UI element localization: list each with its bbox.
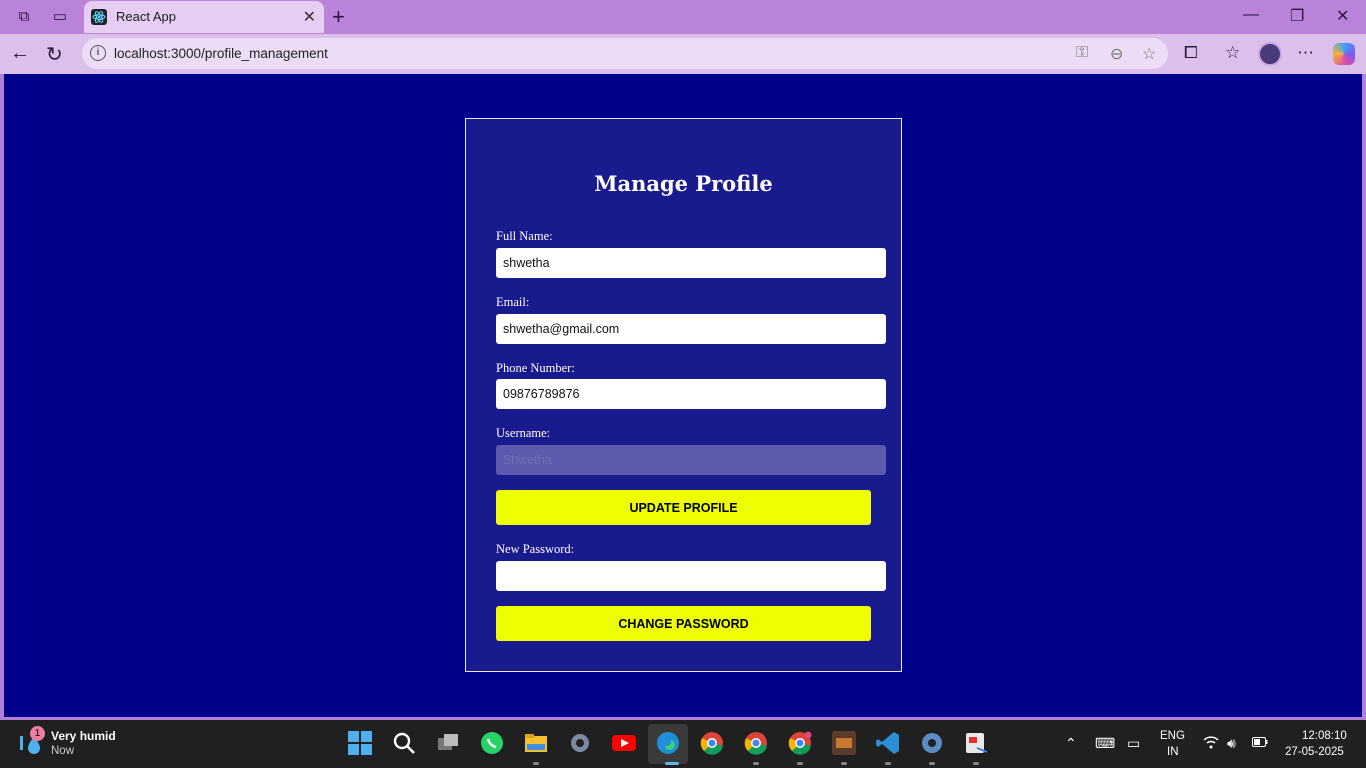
close-tab-icon[interactable]: ✕ [303, 7, 316, 27]
site-info-icon[interactable]: i [90, 45, 106, 61]
running-indicator [753, 762, 759, 765]
copilot-icon[interactable] [1333, 43, 1355, 65]
edge-browser-icon[interactable] [655, 730, 681, 756]
profile-avatar[interactable] [1258, 42, 1282, 66]
browser-toolbar: ← ↻ i localhost:3000/profile_management … [0, 34, 1366, 74]
extensions-icon[interactable]: ⧠ [1184, 43, 1198, 63]
tab-react-app[interactable]: React App ✕ [84, 1, 324, 33]
chrome-profile-icon[interactable] [743, 730, 769, 756]
running-indicator [929, 762, 935, 765]
weather-notification-badge: 1 [30, 726, 45, 741]
refresh-icon[interactable]: ↻ [46, 42, 63, 67]
username-input [496, 445, 886, 475]
close-window-icon[interactable]: ✕ [1336, 6, 1349, 26]
react-icon [91, 9, 107, 25]
new-tab-icon[interactable]: + [332, 4, 345, 30]
weather-title[interactable]: Very humid [51, 729, 116, 743]
running-indicator [973, 762, 979, 765]
windows-taskbar: 1 Very humid Now ⌃ ⌨ ▭ ENG IN 🔊︎ 12:08:1… [0, 720, 1366, 768]
display-icon[interactable]: ▭ [1127, 735, 1140, 752]
update-profile-button[interactable]: UPDATE PROFILE [496, 490, 871, 525]
email-label: Email: [496, 295, 530, 309]
zoom-icon[interactable]: ⊖ [1110, 44, 1123, 64]
more-menu-icon[interactable]: ⋯ [1297, 43, 1314, 63]
file-explorer-icon[interactable] [523, 730, 549, 756]
full-name-label: Full Name: [496, 229, 553, 243]
keyboard-icon[interactable]: ⌨ [1095, 735, 1115, 752]
clock-time[interactable]: 12:08:10 [1302, 730, 1347, 742]
browser-title-bar: ⧉ ▭ React App ✕ + — ❐ ✕ [0, 0, 1366, 34]
address-bar[interactable]: i localhost:3000/profile_management ⚿ ⊖ … [82, 38, 1168, 69]
volume-icon[interactable]: 🔊︎ [1227, 735, 1236, 752]
workspaces-icon[interactable]: ⧉ [14, 7, 34, 27]
email-input[interactable] [496, 314, 886, 344]
full-name-input[interactable] [496, 248, 886, 278]
language-region[interactable]: IN [1167, 746, 1179, 758]
task-view-icon[interactable] [435, 730, 461, 756]
tab-title: React App [116, 9, 176, 24]
wifi-icon[interactable] [1203, 735, 1219, 752]
favorite-star-icon[interactable]: ☆ [1142, 44, 1156, 64]
new-password-label: New Password: [496, 542, 575, 556]
weather-subtitle: Now [51, 745, 75, 757]
username-label: Username: [496, 426, 551, 440]
page-title: Manage Profile [594, 171, 773, 196]
windows-start-icon[interactable] [347, 730, 373, 756]
new-password-input[interactable] [496, 561, 886, 591]
page-viewport: Manage Profile Full Name: Email: Phone N… [4, 74, 1362, 717]
key-icon[interactable]: ⚿ [1076, 44, 1088, 62]
search-icon[interactable] [391, 730, 417, 756]
language-code[interactable]: ENG [1160, 730, 1185, 742]
settings-gear-icon[interactable] [567, 730, 593, 756]
whatsapp-icon[interactable] [479, 730, 505, 756]
running-indicator [841, 762, 847, 765]
snipping-tool-icon[interactable] [963, 730, 989, 756]
chevron-up-icon[interactable]: ⌃ [1065, 735, 1077, 752]
profile-card: Manage Profile Full Name: Email: Phone N… [465, 118, 902, 672]
phone-input[interactable] [496, 379, 886, 409]
vscode-icon[interactable] [875, 730, 901, 756]
tab-actions-icon[interactable]: ▭ [50, 7, 70, 27]
clock-date[interactable]: 27-05-2025 [1285, 746, 1344, 758]
battery-icon[interactable] [1252, 735, 1268, 751]
system-settings-icon[interactable] [919, 730, 945, 756]
minimize-icon[interactable]: — [1243, 6, 1259, 24]
active-indicator [665, 762, 679, 765]
chrome-icon[interactable] [699, 730, 725, 756]
app-launcher-icon[interactable] [831, 730, 857, 756]
restore-icon[interactable]: ❐ [1290, 6, 1304, 26]
back-icon[interactable]: ← [10, 42, 30, 65]
running-indicator [797, 762, 803, 765]
phone-label: Phone Number: [496, 361, 575, 375]
change-password-button[interactable]: CHANGE PASSWORD [496, 606, 871, 641]
chrome-notification-icon[interactable] [787, 730, 813, 756]
favorites-icon[interactable]: ☆ [1225, 43, 1240, 63]
youtube-icon[interactable] [611, 730, 637, 756]
url-text[interactable]: localhost:3000/profile_management [114, 46, 328, 61]
running-indicator [885, 762, 891, 765]
running-indicator [533, 762, 539, 765]
